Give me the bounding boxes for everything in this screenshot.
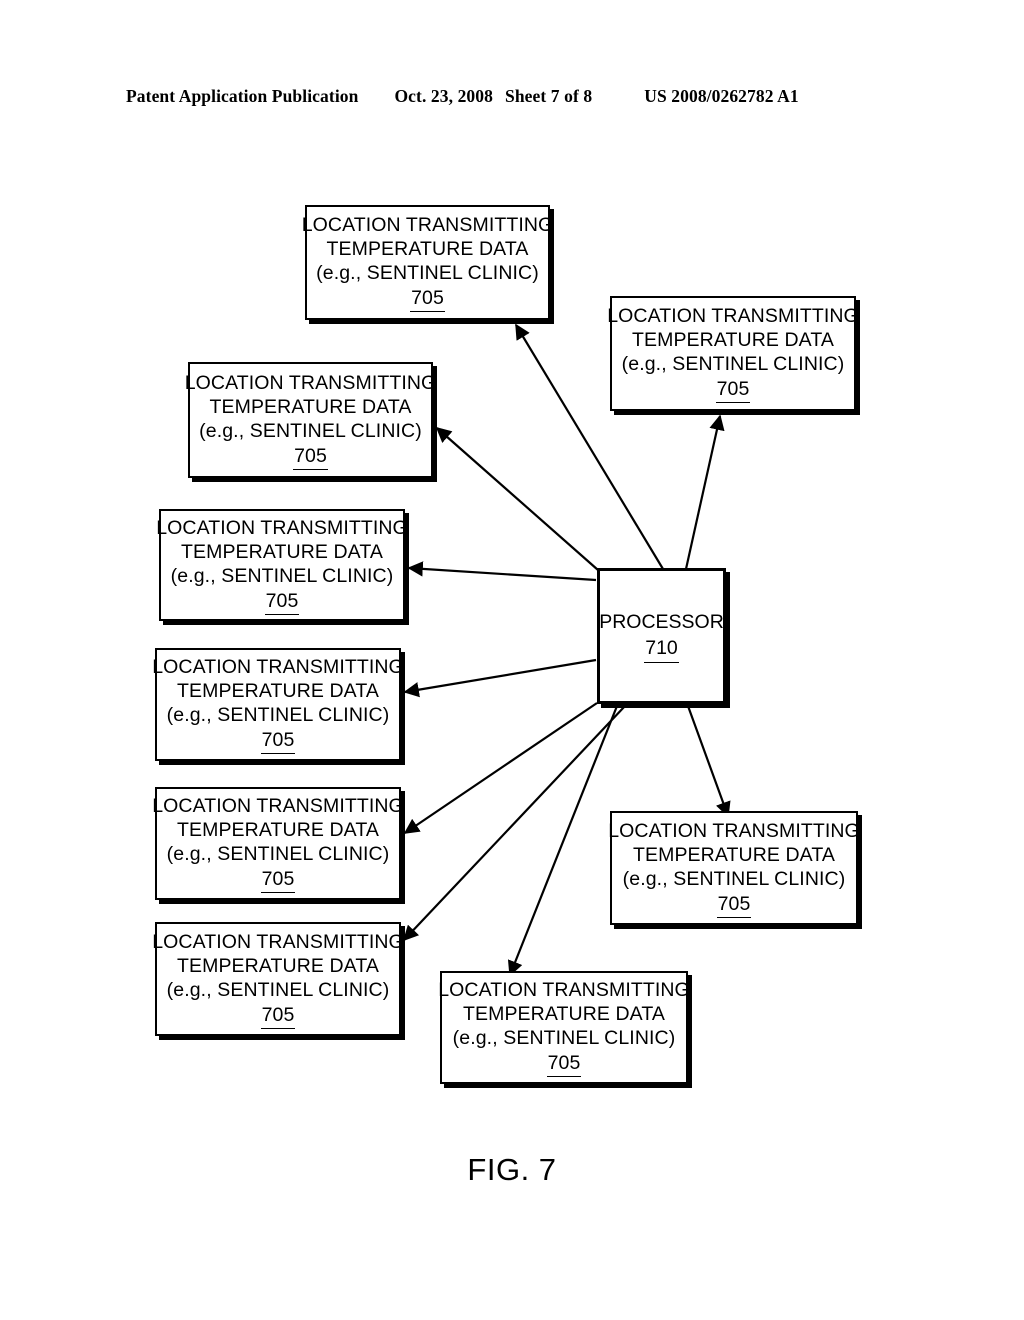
- node-line-3: (e.g., SENTINEL CLINIC): [199, 419, 422, 442]
- node-line-2: TEMPERATURE DATA: [631, 329, 835, 351]
- node-line-1: LOCATION TRANSMITTING: [438, 979, 690, 1001]
- node-line-2: TEMPERATURE DATA: [176, 819, 380, 841]
- node-location-transmitting-3[interactable]: LOCATION TRANSMITTING TEMPERATURE DATA (…: [607, 296, 859, 411]
- node-line-1: LOCATION TRANSMITTING: [608, 819, 860, 842]
- node-location-transmitting-6[interactable]: LOCATION TRANSMITTING TEMPERATURE DATA (…: [152, 787, 404, 900]
- node-line-3: (e.g., SENTINEL CLINIC): [622, 867, 846, 890]
- node-line-3: (e.g., SENTINEL CLINIC): [170, 564, 394, 587]
- connector-processor-to-node-3: [684, 414, 725, 570]
- node-line-3: (e.g., SENTINEL CLINIC): [166, 978, 390, 1001]
- node-line-2: TEMPERATURE DATA: [176, 954, 380, 977]
- node-location-transmitting-4[interactable]: LOCATION TRANSMITTING TEMPERATURE DATA (…: [156, 509, 408, 621]
- node-ref-number: 705: [260, 1003, 296, 1029]
- connector-processor-to-node-5: [403, 658, 597, 698]
- connector-processor-to-node-7: [402, 705, 626, 942]
- node-line-1: LOCATION TRANSMITTING: [156, 516, 408, 539]
- node-location-transmitting-5[interactable]: LOCATION TRANSMITTING TEMPERATURE DATA (…: [152, 648, 404, 761]
- figure-diagram: LOCATION TRANSMITTING TEMPERATURE DATA (…: [0, 0, 1024, 1320]
- connector-processor-to-node-2: [435, 426, 599, 571]
- node-ref-number: 705: [716, 892, 752, 918]
- node-location-transmitting-1[interactable]: LOCATION TRANSMITTING TEMPERATURE DATA (…: [302, 205, 553, 320]
- node-line-3: (e.g., SENTINEL CLINIC): [166, 843, 390, 865]
- node-location-transmitting-2[interactable]: LOCATION TRANSMITTING TEMPERATURE DATA (…: [185, 362, 436, 478]
- node-location-transmitting-9[interactable]: LOCATION TRANSMITTING TEMPERATURE DATA (…: [438, 971, 690, 1084]
- node-line-2: TEMPERATURE DATA: [176, 680, 380, 702]
- node-ref-number: 705: [264, 589, 300, 615]
- node-line-1: LOCATION TRANSMITTING: [184, 371, 437, 394]
- node-line-3: (e.g., SENTINEL CLINIC): [166, 704, 390, 726]
- node-ref-number: 705: [260, 867, 296, 893]
- node-line-2: TEMPERATURE DATA: [209, 395, 412, 418]
- node-line-3: (e.g., SENTINEL CLINIC): [621, 353, 845, 375]
- figure-caption: FIG. 7: [467, 1152, 557, 1187]
- node-ref-number: 705: [410, 286, 445, 312]
- node-location-transmitting-8[interactable]: LOCATION TRANSMITTING TEMPERATURE DATA (…: [608, 811, 860, 925]
- node-line-2: TEMPERATURE DATA: [180, 540, 384, 563]
- node-ref-number: 705: [260, 728, 296, 754]
- node-ref-number: 705: [715, 377, 751, 403]
- node-ref-number: 705: [546, 1051, 582, 1077]
- node-line-2: TEMPERATURE DATA: [462, 1003, 666, 1025]
- node-line-1: LOCATION TRANSMITTING: [301, 214, 554, 236]
- connector-processor-to-node-8: [686, 705, 731, 818]
- node-line-1: LOCATION TRANSMITTING: [152, 930, 404, 953]
- node-line-3: (e.g., SENTINEL CLINIC): [316, 262, 539, 284]
- node-line-1: LOCATION TRANSMITTING: [607, 305, 859, 327]
- processor-ref-number: 710: [644, 636, 679, 663]
- node-line-2: TEMPERATURE DATA: [326, 238, 529, 260]
- connector-processor-to-node-6: [403, 702, 598, 834]
- node-location-transmitting-7[interactable]: LOCATION TRANSMITTING TEMPERATURE DATA (…: [152, 922, 404, 1036]
- connector-processor-to-node-4: [407, 561, 597, 582]
- processor-label: PROCESSOR: [599, 610, 724, 633]
- node-ref-number: 705: [293, 444, 328, 470]
- node-processor[interactable]: PROCESSOR 710: [597, 568, 726, 704]
- node-line-3: (e.g., SENTINEL CLINIC): [452, 1027, 676, 1049]
- node-line-2: TEMPERATURE DATA: [632, 843, 836, 866]
- node-line-1: LOCATION TRANSMITTING: [152, 656, 404, 678]
- node-line-1: LOCATION TRANSMITTING: [152, 795, 404, 817]
- connector-processor-to-node-9: [507, 705, 619, 977]
